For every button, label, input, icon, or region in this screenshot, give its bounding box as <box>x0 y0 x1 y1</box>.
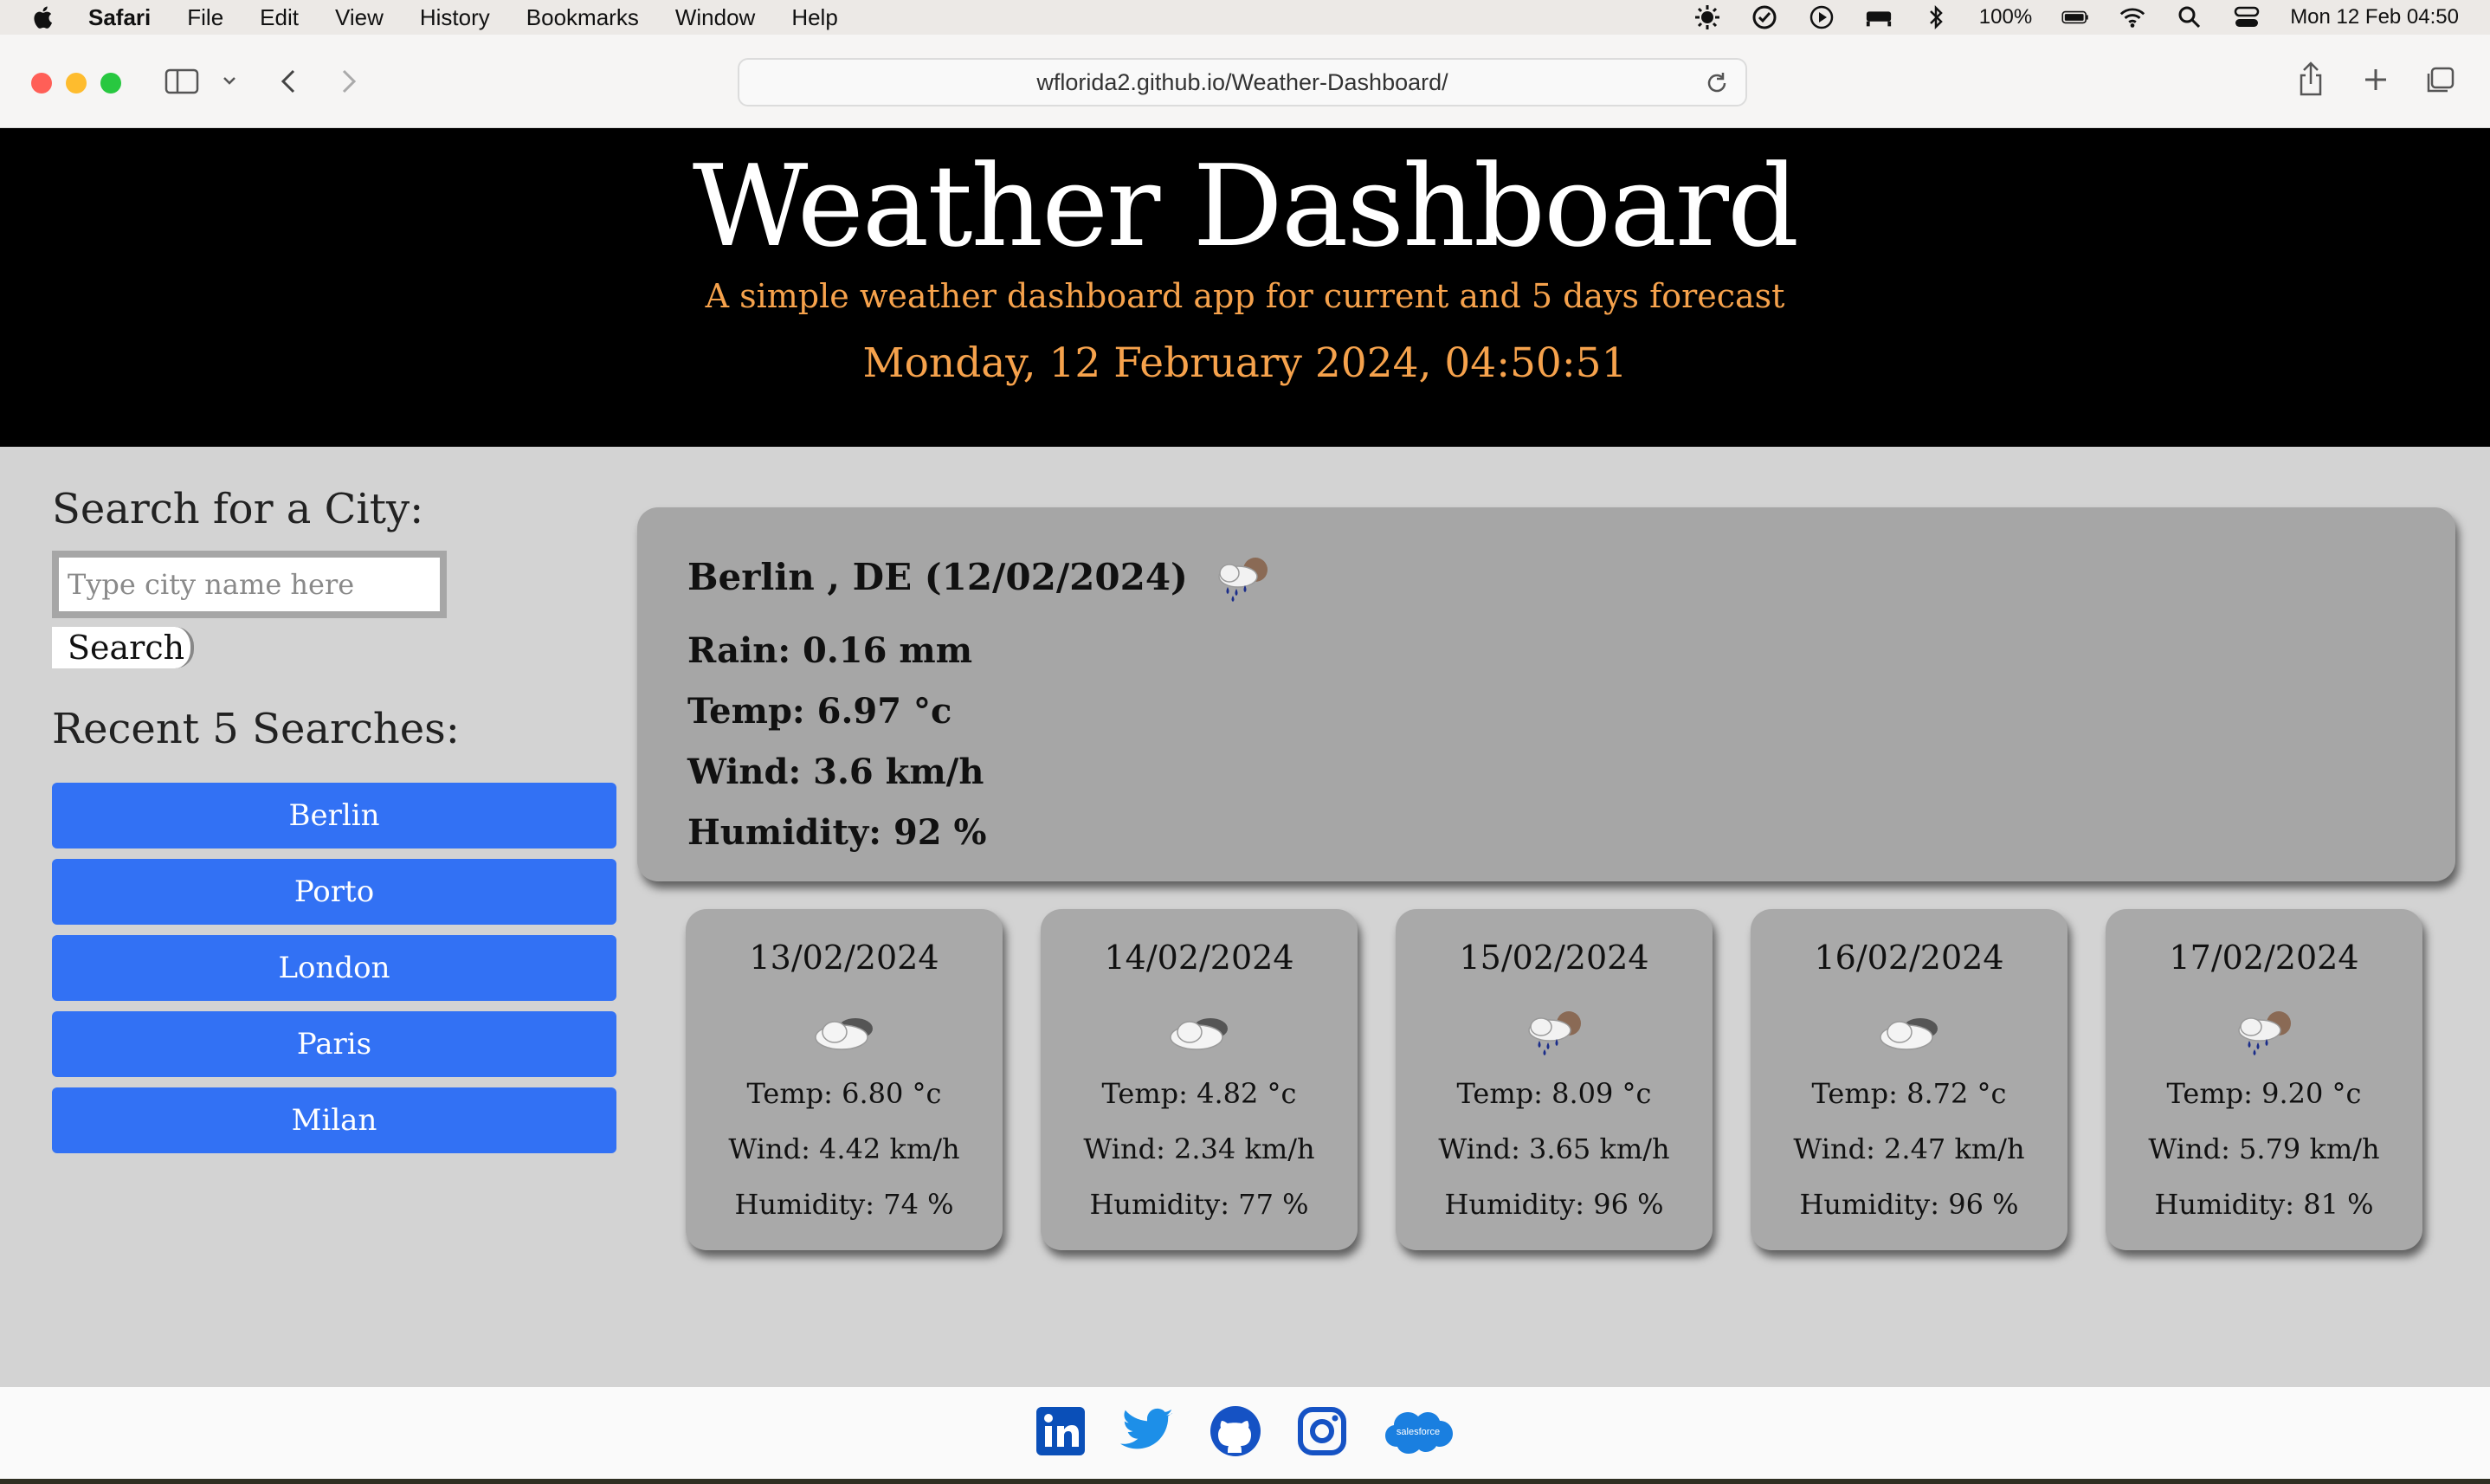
twitter-icon[interactable] <box>1120 1404 1174 1458</box>
forecast-wind: Wind: 2.34 km/h <box>1083 1132 1315 1165</box>
forecast-temp: Temp: 8.09 °c <box>1456 1077 1652 1110</box>
linkedin-icon[interactable] <box>1034 1404 1087 1458</box>
rain-cloud-icon <box>2238 1011 2291 1055</box>
page-header: Weather Dashboard A simple weather dashb… <box>0 128 2490 447</box>
forecast-temp: Temp: 4.82 °c <box>1101 1077 1297 1110</box>
bluetooth-icon[interactable] <box>1922 4 1950 30</box>
zoom-window-button[interactable] <box>100 73 121 94</box>
forecast-wind: Wind: 3.65 km/h <box>1438 1132 1670 1165</box>
brightness-icon[interactable] <box>1693 5 1721 29</box>
forecast-card: 14/02/2024 Temp: 4.82 °c Wind: 2.34 km/h… <box>1041 909 1358 1250</box>
rain-cloud-icon <box>1218 558 1268 602</box>
main-content: Search for a City: Search Recent 5 Searc… <box>0 447 2490 1387</box>
forecast-humidity: Humidity: 74 % <box>734 1188 954 1221</box>
recent-search-london[interactable]: London <box>52 935 616 1001</box>
macos-menu-bar: Safari File Edit View History Bookmarks … <box>0 0 2490 35</box>
menu-help[interactable]: Help <box>791 4 837 31</box>
play-icon[interactable] <box>1808 5 1835 29</box>
close-window-button[interactable] <box>31 73 52 94</box>
control-center-icon[interactable] <box>2233 5 2261 29</box>
recent-search-porto[interactable]: Porto <box>52 859 616 925</box>
page-subtitle: A simple weather dashboard app for curre… <box>705 277 1785 315</box>
forecast-card: 15/02/2024 Temp: 8.09 °c Wind: 3.65 km/h… <box>1396 909 1713 1250</box>
recent-search-milan[interactable]: Milan <box>52 1087 616 1153</box>
salesforce-icon[interactable]: salesforce <box>1382 1404 1455 1458</box>
wifi-icon[interactable] <box>2119 5 2146 29</box>
current-weather-card: Berlin , DE (12/02/2024) Rain: 0.16 mm T… <box>637 507 2455 881</box>
sidebar-toggle-icon[interactable] <box>164 68 199 95</box>
forecast-date: 14/02/2024 <box>1104 939 1294 977</box>
forecast-humidity: Humidity: 81 % <box>2154 1188 2374 1221</box>
forecast-wind: Wind: 5.79 km/h <box>2148 1132 2380 1165</box>
desktop-background-strip <box>0 1479 2490 1484</box>
check-badge-icon[interactable] <box>1751 5 1778 29</box>
instagram-icon[interactable] <box>1295 1404 1349 1458</box>
cloud-icon <box>1880 1018 1938 1050</box>
forecast-card: 13/02/2024 Temp: 6.80 °c Wind: 4.42 km/h… <box>686 909 1003 1250</box>
forecast-temp: Temp: 9.20 °c <box>2166 1077 2362 1110</box>
forward-arrow-icon[interactable] <box>336 66 362 97</box>
menu-view[interactable]: View <box>335 4 384 31</box>
forecast-wind: Wind: 2.47 km/h <box>1793 1132 2025 1165</box>
cloud-icon <box>815 1018 873 1050</box>
current-temp: Temp: 6.97 °c <box>687 691 952 732</box>
back-arrow-icon[interactable] <box>275 66 301 97</box>
forecast-card: 16/02/2024 Temp: 8.72 °c Wind: 2.47 km/h… <box>1751 909 2067 1250</box>
recent-searches-heading: Recent 5 Searches: <box>52 705 460 753</box>
current-humidity: Humidity: 92 % <box>687 812 987 853</box>
reload-icon[interactable] <box>1704 70 1730 96</box>
github-icon[interactable] <box>1209 1404 1262 1458</box>
battery-icon[interactable] <box>2061 5 2089 29</box>
search-button[interactable]: Search <box>52 627 194 668</box>
current-datetime: Monday, 12 February 2024, 04:50:51 <box>862 339 1628 387</box>
forecast-temp: Temp: 8.72 °c <box>1811 1077 2007 1110</box>
forecast-humidity: Humidity: 77 % <box>1089 1188 1309 1221</box>
salesforce-logo-text: salesforce <box>1397 1427 1440 1437</box>
current-wind: Wind: 3.6 km/h <box>687 752 984 792</box>
forecast-wind: Wind: 4.42 km/h <box>728 1132 960 1165</box>
forecast-date: 17/02/2024 <box>2169 939 2359 977</box>
current-rain: Rain: 0.16 mm <box>687 630 973 671</box>
apple-logo-icon[interactable] <box>31 4 57 30</box>
menu-history[interactable]: History <box>420 4 490 31</box>
recent-search-paris[interactable]: Paris <box>52 1011 616 1077</box>
forecast-date: 16/02/2024 <box>1814 939 2004 977</box>
recent-searches-list: Berlin Porto London Paris Milan <box>52 783 616 1164</box>
minimize-window-button[interactable] <box>66 73 87 94</box>
new-tab-icon[interactable] <box>2362 66 2390 94</box>
forecast-date: 13/02/2024 <box>749 939 939 977</box>
battery-percent: 100% <box>1978 5 2033 29</box>
recent-search-berlin[interactable]: Berlin <box>52 783 616 848</box>
status-area: 100% Mon 12 Feb 04:50 <box>1693 0 2459 35</box>
forecast-date: 15/02/2024 <box>1459 939 1649 977</box>
menu-file[interactable]: File <box>187 4 223 31</box>
current-city-name: Berlin , DE (12/02/2024) <box>687 555 1188 598</box>
forecast-humidity: Humidity: 96 % <box>1799 1188 2019 1221</box>
forecast-humidity: Humidity: 96 % <box>1444 1188 1664 1221</box>
search-heading: Search for a City: <box>52 485 424 533</box>
url-text[interactable]: wflorida2.github.io/Weather-Dashboard/ <box>1036 69 1448 96</box>
menu-window[interactable]: Window <box>675 4 755 31</box>
tab-overview-icon[interactable] <box>2424 66 2455 95</box>
forecast-temp: Temp: 6.80 °c <box>746 1077 942 1110</box>
menu-edit[interactable]: Edit <box>260 4 299 31</box>
cloud-icon <box>1170 1018 1228 1050</box>
address-bar[interactable]: wflorida2.github.io/Weather-Dashboard/ <box>738 58 1747 106</box>
current-city-heading: Berlin , DE (12/02/2024) <box>687 551 1276 603</box>
page-title: Weather Dashboard <box>692 140 1799 272</box>
menu-bookmarks[interactable]: Bookmarks <box>526 4 639 31</box>
spotlight-search-icon[interactable] <box>2176 5 2203 29</box>
share-icon[interactable] <box>2296 61 2326 97</box>
menubar-clock[interactable]: Mon 12 Feb 04:50 <box>2290 5 2459 29</box>
city-search-input[interactable] <box>52 551 447 618</box>
page-footer: salesforce <box>0 1387 2490 1479</box>
rain-cloud-icon <box>1528 1011 1581 1055</box>
menu-app-name[interactable]: Safari <box>88 4 151 31</box>
forecast-card: 17/02/2024 Temp: 9.20 °c Wind: 5.79 km/h… <box>2106 909 2422 1250</box>
chevron-down-icon[interactable] <box>222 73 237 88</box>
bed-icon[interactable] <box>1865 5 1893 29</box>
